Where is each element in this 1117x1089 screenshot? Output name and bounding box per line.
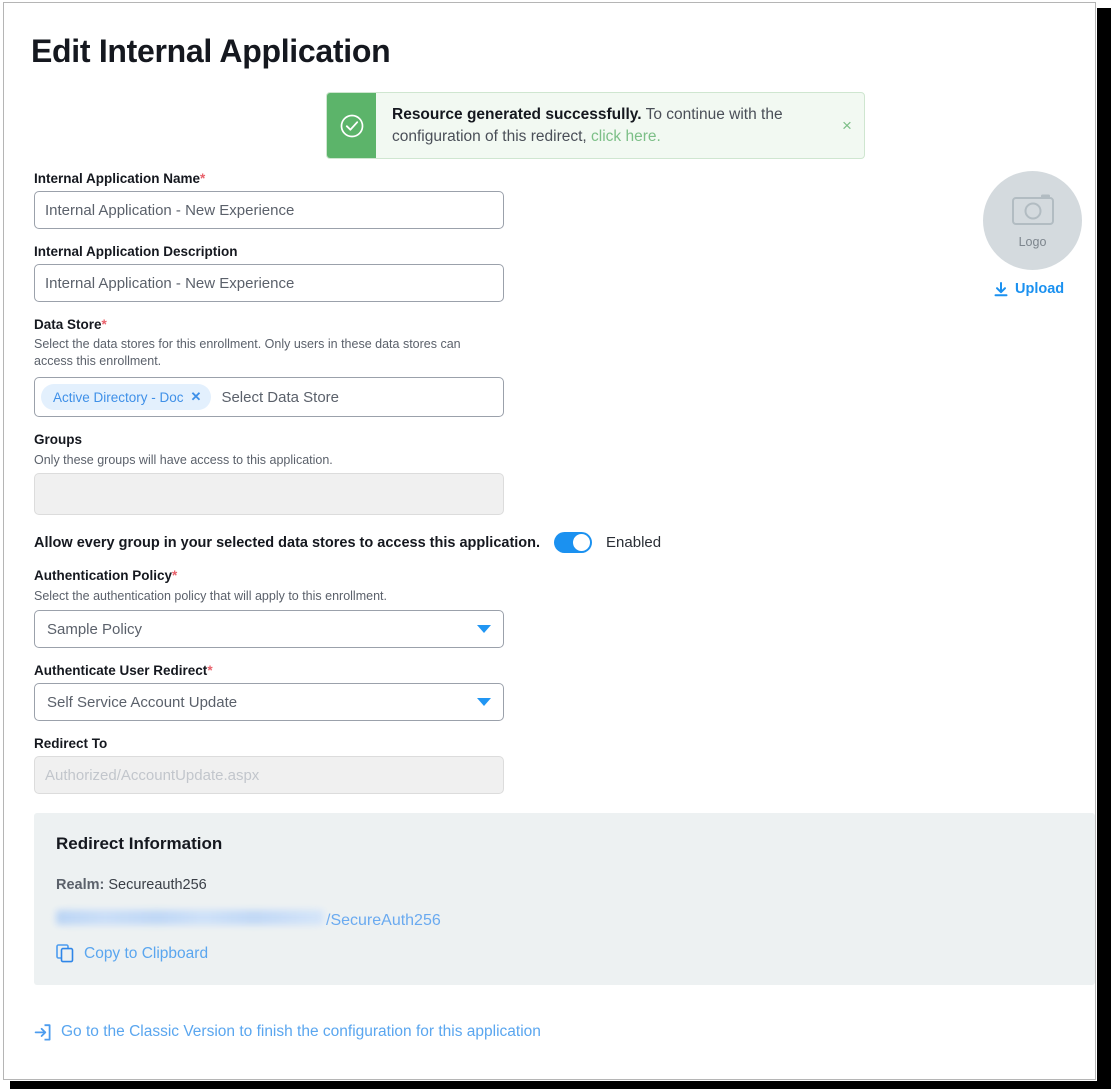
groups-input — [34, 473, 504, 515]
app-name-label-text: Internal Application Name — [34, 171, 200, 186]
data-store-placeholder: Select Data Store — [217, 389, 339, 406]
allow-all-groups-state: Enabled — [606, 534, 661, 551]
realm-value: Secureauth256 — [108, 877, 206, 893]
enter-arrow-icon — [34, 1024, 51, 1041]
success-banner-link[interactable]: click here. — [591, 128, 661, 145]
copy-to-clipboard-button[interactable]: Copy to Clipboard — [56, 944, 1073, 963]
redirect-information-title: Redirect Information — [56, 834, 1073, 854]
toggle-knob — [572, 533, 591, 552]
upload-logo-label: Upload — [1015, 281, 1064, 297]
redirect-information-panel: Redirect Information Realm: Secureauth25… — [34, 813, 1095, 985]
auth-policy-value: Sample Policy — [47, 621, 477, 638]
allow-all-groups-label: Allow every group in your selected data … — [34, 535, 540, 551]
classic-version-label: Go to the Classic Version to finish the … — [61, 1023, 541, 1041]
auth-user-redirect-label: Authenticate User Redirect* — [34, 663, 213, 678]
application-window: Edit Internal Application Resource gener… — [3, 2, 1096, 1080]
realm-row: Realm: Secureauth256 — [56, 877, 1073, 893]
redirect-to-label: Redirect To — [34, 736, 107, 751]
upload-logo-button[interactable]: Upload — [994, 281, 1064, 297]
auth-policy-label-text: Authentication Policy — [34, 568, 172, 583]
download-arrow-icon — [994, 282, 1008, 297]
logo-placeholder[interactable]: Logo — [983, 171, 1082, 270]
auth-policy-label: Authentication Policy* — [34, 568, 177, 583]
close-icon[interactable]: × — [830, 93, 864, 158]
screenshot-root: Edit Internal Application Resource gener… — [0, 0, 1117, 1089]
redirect-to-input — [34, 756, 504, 794]
auth-user-redirect-label-text: Authenticate User Redirect — [34, 663, 207, 678]
groups-help: Only these groups will have access to th… — [34, 452, 489, 469]
window-shadow-right — [1097, 8, 1111, 1086]
required-marker: * — [102, 317, 107, 332]
data-store-help: Select the data stores for this enrollme… — [34, 336, 489, 370]
groups-label: Groups — [34, 432, 82, 447]
close-icon[interactable]: ✕ — [191, 389, 202, 405]
required-marker: * — [200, 171, 205, 186]
auth-user-redirect-value: Self Service Account Update — [47, 694, 477, 711]
auth-user-redirect-select[interactable]: Self Service Account Update — [34, 683, 504, 721]
success-banner-body: Resource generated successfully. To cont… — [376, 93, 830, 158]
success-banner-text: Resource generated successfully. To cont… — [392, 104, 812, 148]
window-shadow-bottom — [10, 1081, 1111, 1089]
allow-all-groups-toggle[interactable] — [554, 532, 592, 553]
required-marker: * — [207, 663, 212, 678]
camera-icon — [1011, 192, 1055, 231]
required-marker: * — [172, 568, 177, 583]
realm-label: Realm: — [56, 877, 104, 893]
copy-icon — [56, 944, 75, 963]
classic-version-link[interactable]: Go to the Classic Version to finish the … — [34, 1023, 541, 1041]
app-name-label: Internal Application Name* — [34, 171, 205, 186]
success-banner-bold: Resource generated successfully. — [392, 106, 642, 123]
data-store-label: Data Store* — [34, 317, 107, 332]
success-banner: Resource generated successfully. To cont… — [326, 92, 865, 159]
redirect-url[interactable]: /SecureAuth256 — [56, 910, 1073, 930]
app-name-input[interactable] — [34, 191, 504, 229]
auth-policy-help: Select the authentication policy that wi… — [34, 588, 489, 605]
copy-to-clipboard-label: Copy to Clipboard — [84, 945, 208, 963]
redirect-url-suffix: /SecureAuth256 — [326, 912, 441, 930]
data-store-multiselect[interactable]: Active Directory - Doc ✕ Select Data Sto… — [34, 377, 504, 417]
logo-caption: Logo — [1019, 235, 1047, 249]
app-description-label: Internal Application Description — [34, 244, 238, 259]
data-store-chip-label: Active Directory - Doc — [53, 390, 184, 405]
check-circle-icon — [327, 93, 376, 158]
data-store-label-text: Data Store — [34, 317, 102, 332]
chevron-down-icon — [477, 625, 491, 633]
auth-policy-select[interactable]: Sample Policy — [34, 610, 504, 648]
data-store-chip[interactable]: Active Directory - Doc ✕ — [41, 384, 211, 410]
app-description-input[interactable] — [34, 264, 504, 302]
chevron-down-icon — [477, 698, 491, 706]
allow-all-groups-row: Allow every group in your selected data … — [34, 532, 661, 553]
page-content: Edit Internal Application Resource gener… — [4, 3, 1095, 1079]
page-title: Edit Internal Application — [31, 33, 390, 70]
redacted-url-prefix — [56, 910, 324, 925]
